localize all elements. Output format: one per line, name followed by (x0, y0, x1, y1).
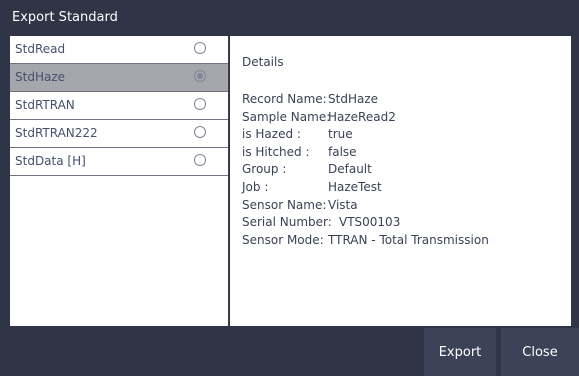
radio-button[interactable] (194, 98, 206, 110)
detail-value: true (328, 127, 353, 142)
list-item-stdread[interactable]: StdRead (10, 36, 228, 64)
detail-value: false (328, 144, 357, 159)
radio-button[interactable] (194, 42, 206, 54)
detail-value: TTRAN - Total Transmission (328, 232, 489, 247)
list-item-label: StdRTRAN222 (15, 126, 98, 140)
list-item-label: StdRTRAN (15, 98, 75, 112)
detail-key: Group : (242, 162, 287, 177)
list-item-stddata-h[interactable]: StdData [H] (10, 148, 228, 176)
detail-key: Serial Number: (242, 215, 332, 230)
dialog-title: Export Standard (12, 10, 118, 25)
detail-value: Vista (328, 197, 358, 212)
detail-value: HazeTest (328, 179, 382, 194)
details-panel: Details Record Name: StdHaze Sample Name… (230, 36, 571, 326)
radio-button[interactable] (194, 154, 206, 166)
radio-button-selected[interactable] (194, 70, 206, 82)
standards-list: StdRead StdHaze StdRTRAN StdRTRAN222 Std… (10, 36, 229, 326)
detail-value: VTS00103 (339, 215, 401, 230)
radio-button[interactable] (194, 126, 206, 138)
detail-value: StdHaze (328, 92, 378, 106)
detail-key: is Hitched : (242, 144, 310, 159)
detail-value: Default (328, 162, 372, 177)
list-item-label: StdRead (15, 42, 66, 56)
list-item-label: StdData [H] (15, 154, 86, 168)
list-item-label: StdHaze (15, 70, 65, 84)
close-button[interactable]: Close (501, 328, 579, 376)
detail-key: Record Name: (242, 92, 327, 106)
detail-key: Sensor Mode: (242, 232, 324, 247)
list-item-stdrtran[interactable]: StdRTRAN (10, 92, 228, 120)
detail-key: Sample Name: (242, 109, 331, 124)
export-button[interactable]: Export (424, 328, 496, 376)
dialog-footer: Export Close (0, 328, 579, 376)
detail-value: HazeRead2 (328, 109, 396, 124)
detail-key: Job : (242, 179, 269, 194)
detail-key: Sensor Name: (242, 197, 327, 212)
title-bar: Export Standard (0, 0, 579, 36)
detail-key: is Hazed : (242, 127, 301, 142)
list-item-stdrtran222[interactable]: StdRTRAN222 (10, 120, 228, 148)
radio-dot-icon (197, 73, 203, 79)
export-standard-dialog: Export Standard StdRead StdHaze StdRTRAN… (0, 0, 579, 376)
list-item-stdhaze[interactable]: StdHaze (10, 64, 228, 92)
details-heading: Details (242, 55, 284, 69)
